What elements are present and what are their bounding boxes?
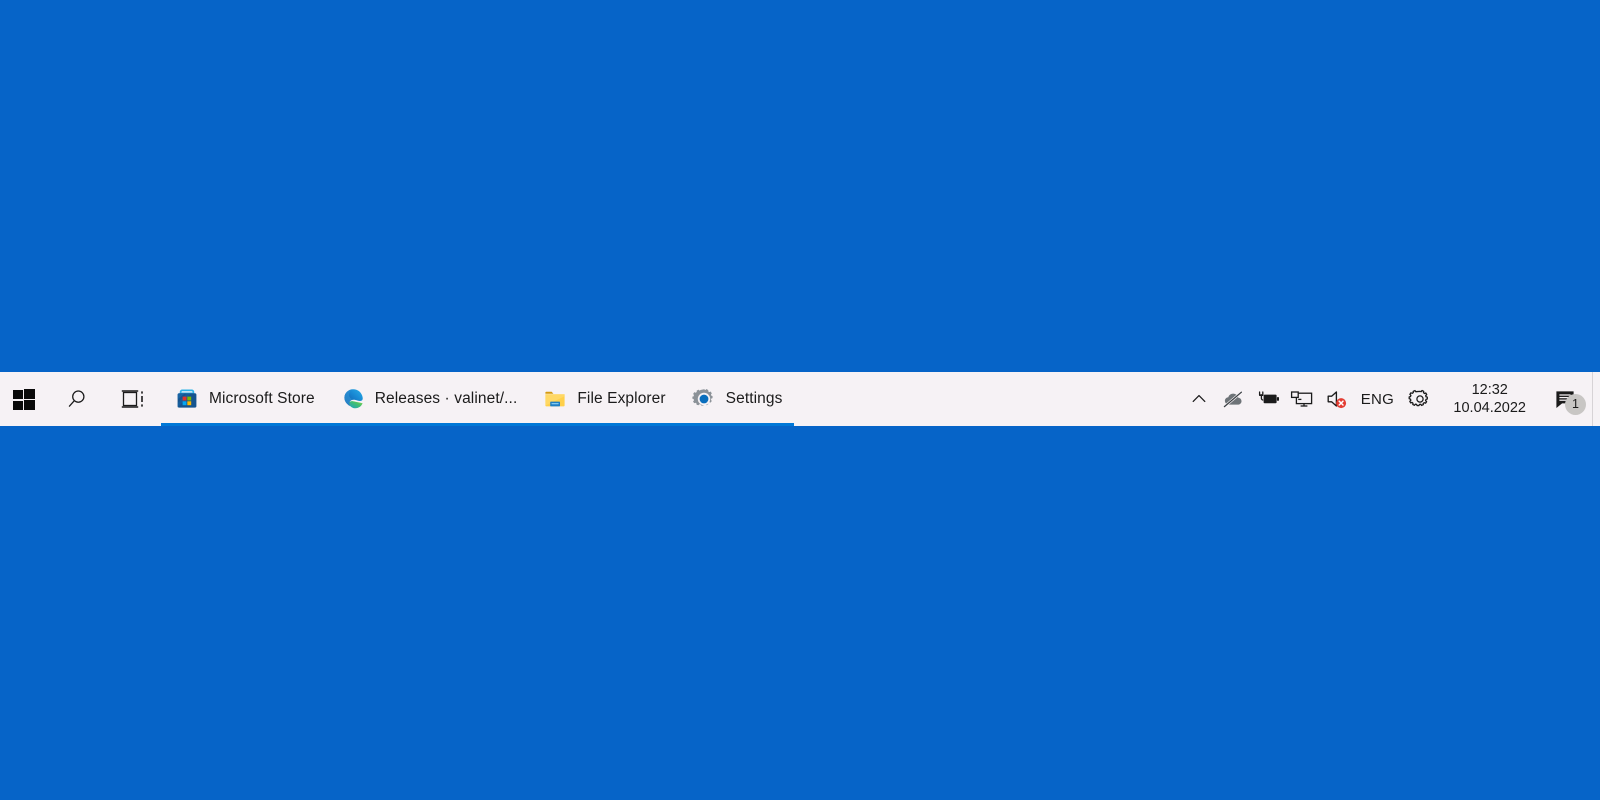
- clock-time: 12:32: [1471, 381, 1508, 398]
- taskbar-app-settings[interactable]: Settings: [677, 372, 795, 426]
- battery-tray-button[interactable]: [1251, 372, 1285, 426]
- action-center-button[interactable]: 1: [1538, 372, 1592, 426]
- active-window-indicator: [529, 423, 678, 426]
- taskbar-app-label: Releases · valinet/...: [374, 390, 518, 408]
- speaker-muted-icon: [1327, 391, 1347, 409]
- gear-icon: [1408, 389, 1429, 407]
- task-view-icon: [121, 390, 143, 408]
- system-tray: ENG 12:32 10.04.2022 1: [1183, 372, 1600, 426]
- clock-date: 10.04.2022: [1453, 400, 1526, 416]
- active-window-indicator: [677, 423, 795, 426]
- show-hidden-icons-button[interactable]: [1183, 372, 1215, 426]
- volume-tray-button[interactable]: [1319, 372, 1355, 426]
- microsoft-store-icon: [175, 387, 199, 411]
- microsoft-edge-icon: [341, 387, 365, 411]
- settings-gear-icon: [692, 387, 716, 411]
- file-explorer-icon: [543, 387, 567, 411]
- taskbar-app-label: Settings: [725, 390, 783, 408]
- taskbar-app-label: Microsoft Store: [209, 390, 315, 408]
- taskbar-app-file-explorer[interactable]: File Explorer: [529, 372, 678, 426]
- active-window-indicator: [326, 423, 530, 426]
- taskbar-app-microsoft-edge[interactable]: Releases · valinet/...: [326, 372, 530, 426]
- network-tray-button[interactable]: [1285, 372, 1319, 426]
- notification-count-badge: 1: [1565, 394, 1586, 415]
- language-indicator-button[interactable]: ENG: [1355, 372, 1399, 426]
- onedrive-tray-button[interactable]: [1215, 372, 1251, 426]
- windows-logo-icon: [13, 388, 35, 411]
- search-button[interactable]: [48, 372, 106, 426]
- task-view-button[interactable]: [106, 372, 161, 426]
- battery-charging-icon: [1259, 391, 1280, 404]
- settings-tray-button[interactable]: [1399, 372, 1441, 426]
- network-monitor-icon: [1291, 391, 1313, 407]
- onedrive-offline-icon: [1223, 390, 1244, 408]
- start-button[interactable]: [0, 372, 48, 426]
- taskbar-app-microsoft-store[interactable]: Microsoft Store: [161, 372, 327, 426]
- clock-button[interactable]: 12:32 10.04.2022: [1441, 372, 1538, 426]
- search-icon: [68, 390, 85, 407]
- show-desktop-button[interactable]: [1592, 372, 1600, 426]
- taskbar-app-label: File Explorer: [577, 390, 666, 408]
- chevron-up-icon: [1192, 394, 1206, 403]
- language-label: ENG: [1360, 390, 1395, 408]
- active-window-indicator: [161, 423, 327, 426]
- taskbar: Microsoft Store Releases · valinet/... F…: [0, 372, 1600, 426]
- taskbar-empty-area: [794, 372, 1183, 426]
